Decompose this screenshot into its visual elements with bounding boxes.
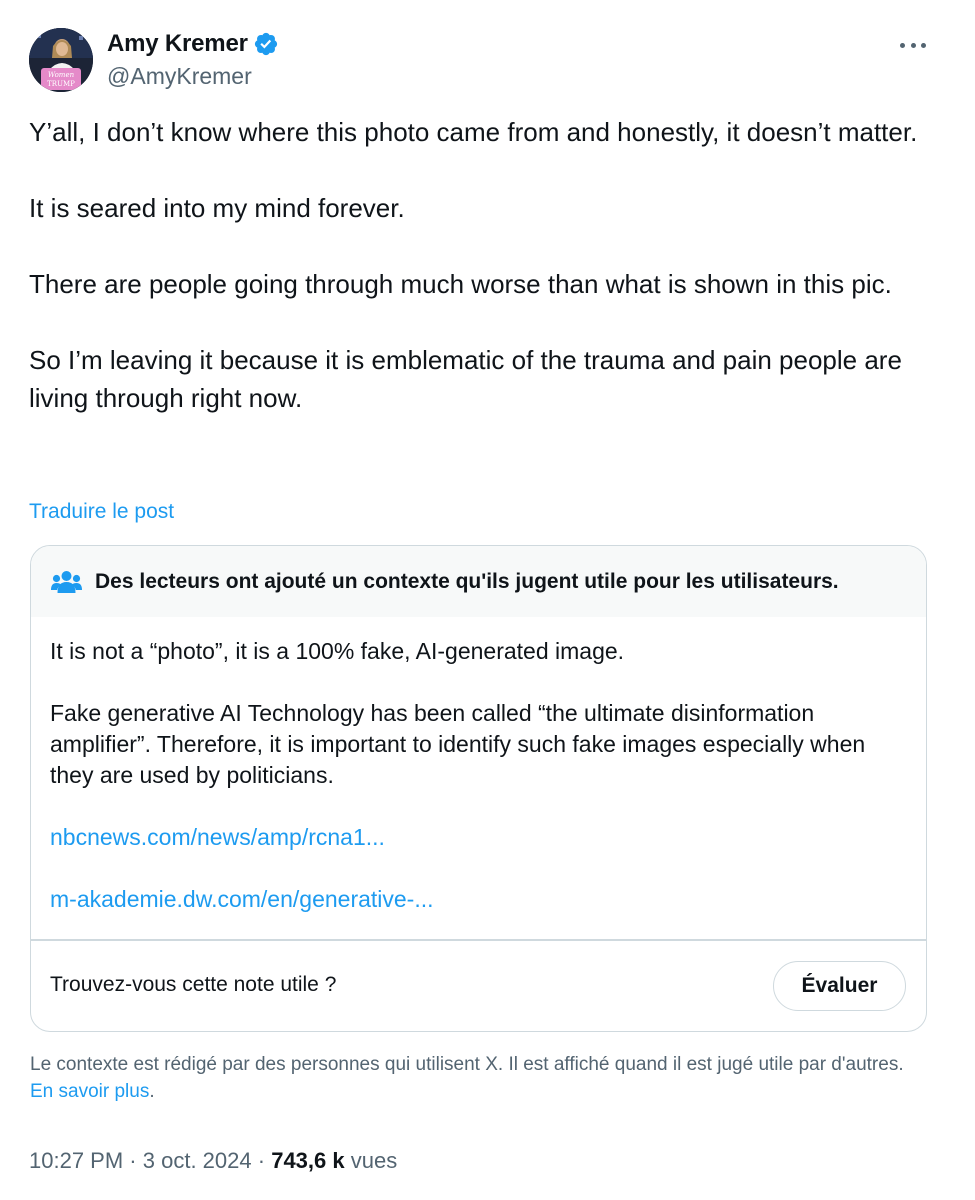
context-info: Le contexte est rédigé par des personnes… bbox=[30, 1051, 930, 1105]
community-notes-icon bbox=[51, 570, 82, 593]
note-paragraph: Fake generative AI Technology has been c… bbox=[50, 700, 866, 788]
learn-more-link[interactable]: En savoir plus bbox=[30, 1081, 149, 1102]
note-helpful-question: Trouvez-vous cette note utile ? bbox=[50, 973, 337, 996]
meta-separator: · bbox=[129, 1148, 137, 1173]
post-paragraph: It is seared into my mind forever. bbox=[29, 193, 405, 223]
community-note: Des lecteurs ont ajouté un contexte qu'i… bbox=[30, 545, 927, 1032]
post-meta: 10:27 PM · 3 oct. 2024 · 743,6 k vues bbox=[29, 1148, 397, 1174]
note-paragraph: It is not a “photo”, it is a 100% fake, … bbox=[50, 638, 625, 664]
views-count: 743,6 k bbox=[271, 1148, 345, 1173]
tweet: Women TRUMP Amy Kremer @AmyKremer Y’all,… bbox=[0, 0, 975, 1200]
avatar-sign-line-2: TRUMP bbox=[47, 80, 75, 88]
translate-post-link[interactable]: Traduire le post bbox=[29, 500, 174, 524]
meta-separator: · bbox=[257, 1148, 266, 1173]
post-time[interactable]: 10:27 PM bbox=[29, 1148, 123, 1173]
display-name[interactable]: Amy Kremer bbox=[107, 30, 248, 58]
post-paragraph: So I’m leaving it because it is emblemat… bbox=[29, 345, 902, 413]
user-handle[interactable]: @AmyKremer bbox=[107, 63, 252, 90]
views-label: vues bbox=[350, 1148, 398, 1173]
post-paragraph: There are people going through much wors… bbox=[29, 269, 892, 299]
note-source-link[interactable]: m-akademie.dw.com/en/generative-... bbox=[50, 884, 910, 915]
post-text: Y’all, I don’t know where this photo cam… bbox=[29, 113, 934, 417]
community-note-header: Des lecteurs ont ajouté un contexte qu'i… bbox=[31, 546, 926, 617]
avatar[interactable]: Women TRUMP bbox=[29, 28, 93, 92]
post-paragraph: Y’all, I don’t know where this photo cam… bbox=[29, 117, 918, 147]
note-source-link[interactable]: nbcnews.com/news/amp/rcna1... bbox=[50, 822, 910, 853]
community-note-body: It is not a “photo”, it is a 100% fake, … bbox=[50, 636, 910, 946]
context-info-text: Le contexte est rédigé par des personnes… bbox=[30, 1054, 904, 1075]
avatar-sign-line-1: Women bbox=[48, 71, 75, 79]
verified-badge-icon[interactable] bbox=[253, 31, 279, 57]
community-note-title: Des lecteurs ont ajouté un contexte qu'i… bbox=[95, 569, 839, 593]
post-date[interactable]: 3 oct. 2024 bbox=[143, 1148, 252, 1173]
rate-note-button[interactable]: Évaluer bbox=[773, 961, 906, 1011]
context-info-period: . bbox=[149, 1081, 155, 1102]
note-divider bbox=[31, 939, 926, 941]
more-options-icon[interactable] bbox=[896, 32, 930, 58]
